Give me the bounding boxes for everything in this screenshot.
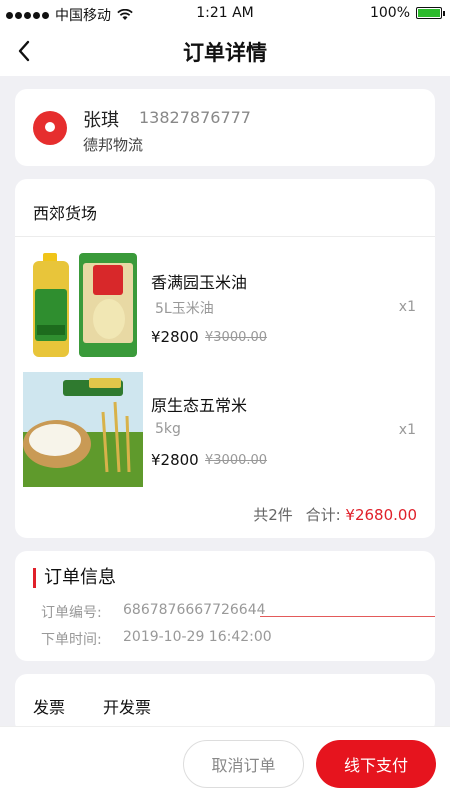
product-spec: 5kg	[155, 421, 181, 437]
status-bar: 中国移动 1:21 AM 100%	[0, 0, 450, 26]
product-old-price: ¥3000.00	[205, 453, 268, 468]
product-image-rice	[23, 372, 143, 487]
invoice-card[interactable]: 发票 开发票	[15, 674, 435, 734]
list-item[interactable]: 香满园玉米油 5L玉米油 x1 ¥2800 ¥3000.00	[15, 249, 435, 369]
offline-pay-button[interactable]: 线下支付	[316, 740, 436, 788]
total-amount: ¥2680.00	[345, 506, 417, 524]
order-time-row: 下单时间: 2019-10-29 16:42:00	[41, 629, 272, 649]
order-time-label: 下单时间:	[41, 632, 102, 648]
order-time: 2019-10-29 16:42:00	[123, 629, 272, 645]
divider	[260, 616, 435, 617]
item-count: 共2件	[253, 506, 293, 524]
total-label: 合计:	[305, 506, 341, 524]
product-name: 香满园玉米油	[151, 273, 248, 292]
order-number-label: 订单编号:	[41, 605, 102, 621]
address-card[interactable]: 张琪 13827876777 德邦物流	[15, 89, 435, 166]
order-info-card: 订单信息 订单编号: 6867876667726644 下单时间: 2019-1…	[15, 551, 435, 661]
invoice-label: 发票	[33, 698, 66, 717]
page-title: 订单详情	[183, 41, 267, 65]
recipient-name: 张琪	[83, 110, 119, 131]
list-item[interactable]: 原生态五常米 5kg x1 ¥2800 ¥3000.00	[15, 372, 435, 492]
product-qty: x1	[398, 422, 416, 438]
order-summary: 共2件 合计: ¥2680.00	[253, 504, 417, 525]
divider	[15, 236, 435, 237]
cancel-order-button[interactable]: 取消订单	[183, 740, 304, 788]
product-price: ¥2800	[151, 328, 199, 346]
product-old-price: ¥3000.00	[205, 330, 268, 345]
product-image-oil	[23, 249, 143, 364]
order-number-row: 订单编号: 6867876667726644	[41, 602, 266, 622]
nav-bar: 订单详情	[0, 26, 450, 76]
product-name: 原生态五常米	[151, 396, 248, 415]
product-spec: 5L玉米油	[155, 301, 214, 317]
order-number[interactable]: 6867876667726644	[123, 602, 266, 618]
invoice-value[interactable]: 开发票	[103, 694, 151, 718]
goods-card: 西郊货场 香满园玉米油 5L玉米油 x1 ¥2800 ¥3000.00 原生态五…	[15, 179, 435, 538]
recipient-company: 德邦物流	[83, 136, 144, 154]
section-title: 订单信息	[33, 568, 116, 588]
battery-icon	[416, 7, 445, 19]
location-pin-icon	[33, 111, 67, 145]
bottom-action-bar: 取消订单 线下支付	[0, 726, 450, 800]
store-name: 西郊货场	[33, 204, 98, 223]
battery-percent: 100%	[369, 5, 410, 21]
product-qty: x1	[398, 299, 416, 315]
product-price: ¥2800	[151, 451, 199, 469]
recipient-phone: 13827876777	[139, 108, 251, 127]
